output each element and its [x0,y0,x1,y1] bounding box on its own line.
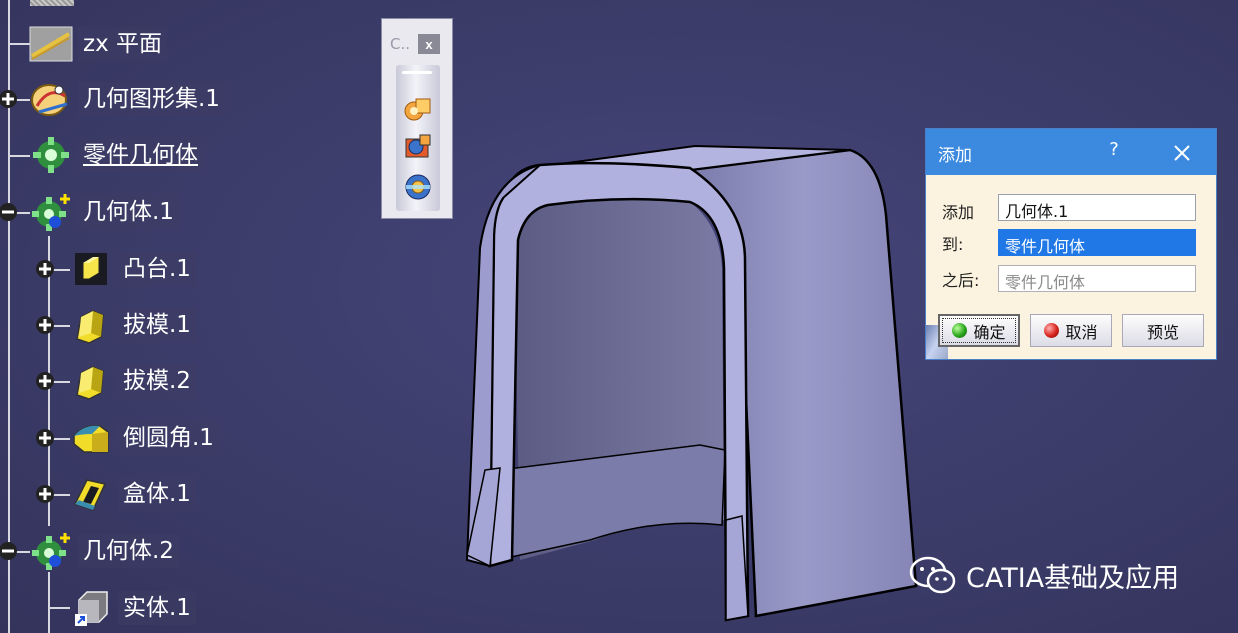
collapse-icon[interactable] [0,540,19,562]
tree-node-edge-fillet-1[interactable]: 倒圆角.1 [68,418,219,458]
tree-node-label: zx 平面 [78,27,167,61]
pad-icon [68,249,114,289]
add-body-icon [405,134,431,158]
edge-fillet-icon [68,418,114,458]
dialog-title: 添加 [938,146,972,166]
collapse-icon[interactable] [0,201,19,223]
specification-tree: zx 平面 几何图形集.1 零件几何体 几何体.1 凸台.1 拔模.1 拔模.2… [0,0,380,633]
to-label: 到: [942,235,964,254]
ok-button[interactable]: 确定 [938,314,1020,347]
wechat-icon [909,556,956,594]
tree-node-zx-plane[interactable]: zx 平面 [28,24,167,64]
toolbar-grip[interactable] [402,71,432,74]
add-field[interactable]: 几何体.1 [998,194,1196,221]
boolean-operations-toolbar[interactable]: C.. x [381,18,453,219]
ok-button-label: 确定 [973,322,1006,342]
tree-node-draft-1[interactable]: 拔模.1 [68,305,196,345]
watermark: CATIA基础及应用 [908,555,1179,595]
tree-node-draft-2[interactable]: 拔模.2 [68,361,196,401]
after-label: 之后: [942,271,980,290]
expand-icon[interactable] [34,314,56,336]
tree-node-shell-1[interactable]: 盒体.1 [68,474,196,514]
help-button[interactable]: ? [1104,139,1124,165]
ok-icon [952,323,968,338]
assemble-button[interactable] [402,93,434,125]
tree-node-label: 盒体.1 [118,477,196,511]
tree-node-pad-1[interactable]: 凸台.1 [68,249,196,289]
draft-icon [68,361,114,401]
toolbar-title: C.. [390,35,411,53]
plane-icon [28,24,74,64]
add-label: 添加 [942,203,975,222]
cancel-icon [1044,323,1060,338]
tree-node-label: 实体.1 [118,591,196,625]
body-icon [28,192,74,232]
tree-node-label: 几何体.2 [78,534,179,568]
tree-node-label: 凸台.1 [118,252,196,286]
to-field[interactable]: 零件几何体 [998,229,1196,256]
cancel-button[interactable]: 取消 [1030,314,1112,347]
expand-icon[interactable] [0,88,19,110]
remove-body-icon [405,174,431,200]
plane-icon [30,0,74,6]
tree-node-label: 拔模.1 [118,308,196,342]
tree-node-label: 零件几何体 [78,138,203,172]
tree-node-geometrical-set[interactable]: 几何图形集.1 [28,79,225,119]
remove-body-button[interactable] [402,171,434,203]
preview-button-label: 预览 [1146,322,1179,342]
assemble-icon [404,98,431,121]
tree-node-body-2[interactable]: 几何体.2 [28,531,179,571]
shell-icon [68,474,114,514]
watermark-text: CATIA基础及应用 [966,562,1180,594]
cancel-button-label: 取消 [1065,322,1098,342]
toolbar-close-button[interactable]: x [418,34,440,54]
tree-node-label: 倒圆角.1 [118,421,219,455]
tree-node-body-1[interactable]: 几何体.1 [28,192,179,232]
tree-node-solid-1[interactable]: 实体.1 [68,588,196,628]
expand-icon[interactable] [34,427,56,449]
solid-icon [68,588,114,628]
add-dialog[interactable]: 添加 ? 添加 几何体.1 到: 零件几何体 之后: 零件几何体 确定 取消 预… [925,128,1217,360]
expand-icon[interactable] [34,483,56,505]
expand-icon[interactable] [34,370,56,392]
3d-viewport[interactable]: zx 平面 几何图形集.1 零件几何体 几何体.1 凸台.1 拔模.1 拔模.2… [0,0,1238,633]
expand-icon[interactable] [34,258,56,280]
tree-node-part-body[interactable]: 零件几何体 [28,135,203,175]
tree-node-label: 几何图形集.1 [78,82,225,116]
tree-node-label: 拔模.2 [118,364,196,398]
preview-button[interactable]: 预览 [1122,314,1204,347]
close-icon[interactable] [1170,141,1194,165]
part-body-icon [28,135,74,175]
body-icon [28,531,74,571]
add-body-button[interactable] [402,131,434,163]
draft-icon [68,305,114,345]
dialog-titlebar[interactable]: 添加 ? [926,129,1216,175]
after-field[interactable]: 零件几何体 [998,265,1196,292]
geometrical-set-icon [28,79,74,119]
tree-node-label: 几何体.1 [78,195,179,229]
